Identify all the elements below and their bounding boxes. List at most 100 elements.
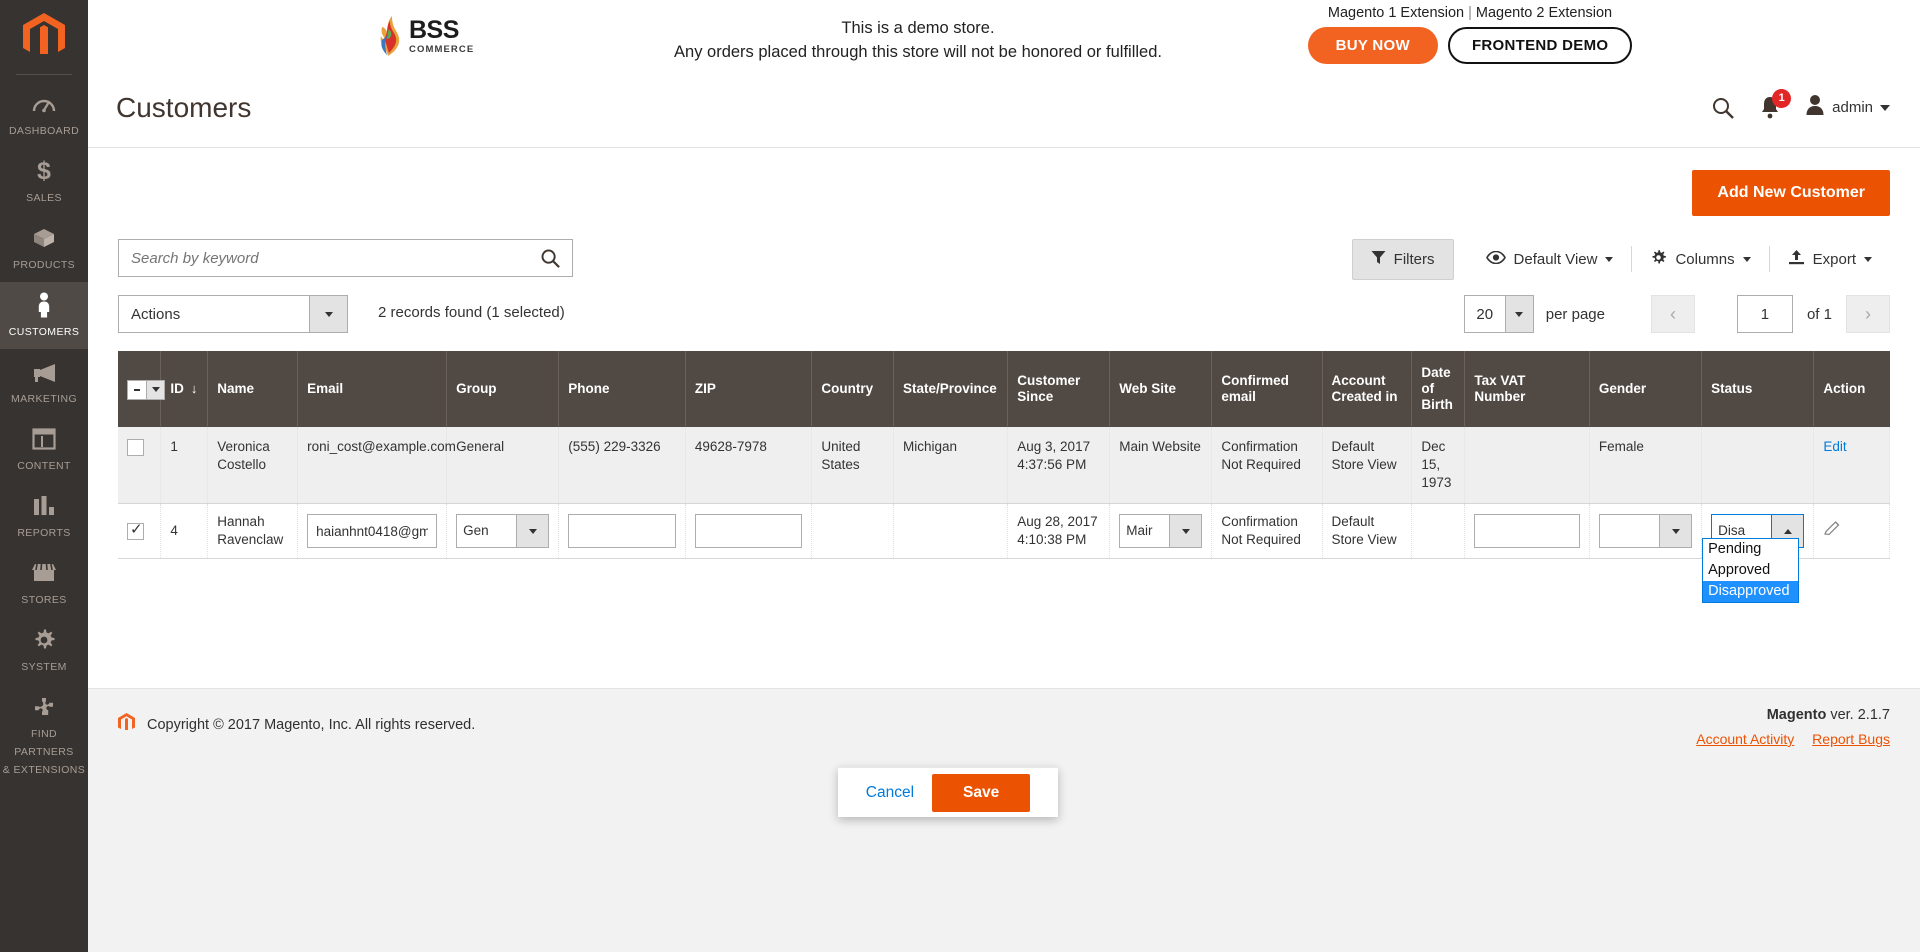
chevron-down-icon[interactable] [1659,515,1692,547]
admin-user-menu[interactable]: admin [1805,94,1890,121]
cell-group-editor[interactable]: Gen [446,503,560,559]
column-header-confirmed-email[interactable]: Confirmed email [1211,351,1323,427]
edit-link[interactable]: Edit [1823,439,1846,454]
cell-zip-editor[interactable] [685,503,813,559]
cell-country: United States [811,427,894,504]
column-header-status[interactable]: Status [1701,351,1815,427]
cell-gender-editor[interactable] [1589,503,1703,559]
column-header-state-province[interactable]: State/Province [893,351,1009,427]
export-upload-icon [1788,249,1805,269]
cell-phone-editor[interactable] [558,503,686,559]
select-all-dropdown[interactable] [127,379,165,400]
column-header-customer-since[interactable]: Customer Since [1007,351,1111,427]
website-select-value: Mair [1126,523,1153,538]
column-header-phone[interactable]: Phone [558,351,686,427]
column-header-name[interactable]: Name [207,351,299,427]
group-select[interactable]: Gen [456,514,550,548]
status-option-disapproved[interactable]: Disapproved [1703,581,1799,602]
sidebar-item-marketing[interactable]: MARKETING [0,349,88,416]
table-row-editing[interactable]: 4 Hannah Ravenclaw Gen A [118,503,1890,603]
cell-action-editor[interactable] [1813,503,1890,559]
column-header-account-created-in[interactable]: Account Created in [1322,351,1413,427]
cell-status-editor[interactable]: Disa Pending Approved Disapproved [1701,503,1815,603]
column-header-email[interactable]: Email [297,351,448,427]
row-select-cell[interactable] [118,427,162,504]
pencil-icon[interactable] [1823,519,1842,543]
table-row[interactable]: 1 Veronica Costello roni_cost@example.co… [118,427,1890,504]
cancel-button[interactable]: Cancel [866,784,914,802]
row-checkbox[interactable] [127,438,144,456]
website-select[interactable]: Mair [1119,514,1203,548]
column-header-id[interactable]: ID ↓ [160,351,209,427]
select-all-header[interactable] [118,351,165,427]
cell-group: General [446,427,560,504]
page-number-input[interactable] [1736,295,1793,333]
status-option-pending[interactable]: Pending [1703,539,1798,560]
magento-1-extension-link[interactable]: Magento 1 Extension [1328,5,1464,21]
sidebar-item-find-partners[interactable]: FIND PARTNERS & EXTENSIONS [0,684,88,787]
export-dropdown[interactable]: Export [1770,245,1890,273]
copyright-block: Copyright © 2017 Magento, Inc. All right… [118,713,475,737]
status-options-list[interactable]: Pending Approved Disapproved [1702,538,1800,603]
sidebar-item-system[interactable]: SYSTEM [0,617,88,684]
column-header-group[interactable]: Group [446,351,560,427]
sidebar-item-dashboard[interactable]: DASHBOARD [0,81,88,148]
admin-user-name: admin [1832,99,1873,116]
sidebar-item-products[interactable]: PRODUCTS [0,215,88,282]
chevron-down-icon[interactable] [146,380,164,399]
column-header-country[interactable]: Country [811,351,894,427]
row-select-cell[interactable] [118,503,162,559]
phone-field[interactable] [568,514,676,548]
column-header-gender[interactable]: Gender [1589,351,1703,427]
sidebar-item-stores[interactable]: STORES [0,550,88,617]
select-all-checkbox[interactable] [128,381,146,399]
status-option-approved[interactable]: Approved [1703,560,1798,581]
tax-vat-field[interactable] [1474,514,1580,548]
search-input[interactable] [119,249,528,267]
account-activity-link[interactable]: Account Activity [1696,731,1794,747]
chevron-down-icon [1504,296,1533,332]
default-view-dropdown[interactable]: Default View [1468,245,1632,273]
save-button[interactable]: Save [932,773,1031,812]
previous-page-button[interactable]: ‹ [1650,295,1695,333]
bss-brand-name: BSS [409,15,459,44]
columns-dropdown[interactable]: Columns [1632,245,1768,273]
email-field[interactable] [307,514,438,548]
sidebar-item-content[interactable]: CONTENT [0,416,88,483]
chevron-down-icon[interactable] [1169,515,1202,547]
sidebar-item-label: PRODUCTS [12,259,76,271]
filters-button[interactable]: Filters [1351,238,1454,280]
frontend-demo-button[interactable]: FRONTEND DEMO [1447,27,1633,64]
report-bugs-link[interactable]: Report Bugs [1812,731,1890,747]
cell-web-site-editor[interactable]: Mair [1109,503,1213,559]
column-header-web-site[interactable]: Web Site [1109,351,1213,427]
gender-select-value [1600,515,1659,547]
cell-action[interactable]: Edit [1813,427,1890,504]
sidebar-item-customers[interactable]: CUSTOMERS [0,282,88,349]
box-icon [2,225,86,251]
next-page-button[interactable]: › [1846,295,1890,333]
search-submit-button[interactable] [528,240,572,276]
column-header-date-of-birth[interactable]: Date of Birth [1411,351,1466,427]
gender-select[interactable] [1598,514,1693,548]
cell-account-created-in: Default Store View [1322,427,1413,504]
row-checkbox[interactable] [127,521,144,540]
magento-2-extension-link[interactable]: Magento 2 Extension [1476,5,1612,21]
bss-commerce-logo[interactable]: BSS COMMERCE [378,12,518,60]
add-new-customer-button[interactable]: Add New Customer [1692,170,1890,216]
cell-email-editor[interactable] [297,503,448,559]
column-header-tax-vat-number[interactable]: Tax VAT Number [1464,351,1590,427]
sidebar-item-sales[interactable]: $ SALES [0,148,88,215]
zip-field[interactable] [694,514,803,548]
per-page-select[interactable]: 20 [1463,295,1534,333]
column-header-zip[interactable]: ZIP [685,351,813,427]
notifications-bell-icon[interactable]: 1 [1759,88,1792,120]
chevron-down-icon[interactable] [516,515,549,547]
cell-tax-vat-editor[interactable] [1464,503,1590,559]
sidebar-item-label: CUSTOMERS [8,326,80,338]
sidebar-item-reports[interactable]: REPORTS [0,483,88,550]
magento-logo[interactable] [0,0,88,72]
mass-actions-select[interactable]: Actions [118,295,348,333]
search-icon[interactable] [1711,96,1735,120]
buy-now-button[interactable]: BUY NOW [1307,27,1438,64]
